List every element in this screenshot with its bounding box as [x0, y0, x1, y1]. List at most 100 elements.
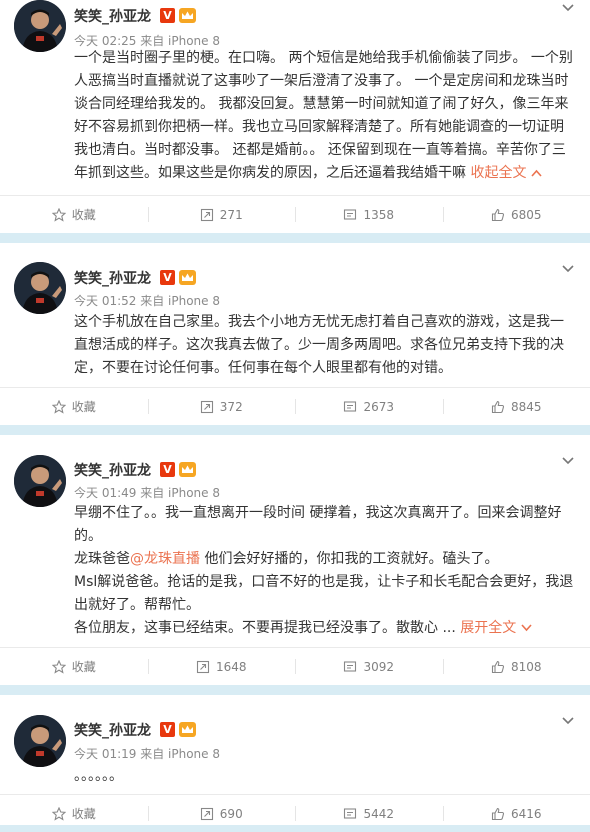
text-line: 这个手机放在自己家里。我去个小地方无忧无虑打着自己喜欢的游戏，这是我一 [74, 311, 579, 334]
text-line: 直想活成的样子。这次我真去做了。少一周多两周吧。求各位兄弟支持下我的决 [74, 334, 579, 357]
thumbs-up-icon [491, 208, 505, 222]
repost-icon [200, 807, 214, 821]
post-card: 笑笑_孙亚龙 V 今天 01:49 来自 iPhone 8 早绷不住了。。我一直… [0, 435, 590, 685]
post-card: 笑笑_孙亚龙 V 今天 01:19 来自 iPhone 8 。。。。。。 收藏 … [0, 695, 590, 825]
repost-count: 1648 [216, 660, 247, 674]
star-icon [52, 208, 66, 222]
thumbs-up-icon [491, 807, 505, 821]
post-meta: 今天 01:19 来自 iPhone 8 [74, 745, 220, 762]
like-count: 6805 [511, 208, 542, 222]
comment-count: 1358 [363, 208, 394, 222]
text-line-last: 年抓到这些。如果这些是你病发的原因，之后还逼着我结婚干嘛 收起全文 [74, 162, 579, 185]
chevron-down-icon[interactable] [562, 4, 574, 12]
text-span: 龙珠爸爸 [74, 551, 130, 567]
vip-crown-icon [179, 8, 196, 23]
text-line: 出就好了。帮帮忙。 [74, 594, 579, 617]
like-button[interactable]: 6416 [443, 795, 590, 832]
repost-icon [200, 208, 214, 222]
avatar[interactable] [14, 715, 66, 767]
text-line: 的。 [74, 525, 579, 548]
chevron-down-icon[interactable] [562, 457, 574, 465]
post-text: 这个手机放在自己家里。我去个小地方无忧无虑打着自己喜欢的游戏，这是我一 直想活成… [74, 311, 579, 380]
vip-crown-icon [179, 462, 196, 477]
comment-count: 5442 [363, 807, 394, 821]
favorite-button[interactable]: 收藏 [0, 388, 148, 425]
repost-count: 690 [220, 807, 243, 821]
comment-icon [343, 807, 357, 821]
repost-count: 271 [220, 208, 243, 222]
like-count: 8108 [511, 660, 542, 674]
star-icon [52, 807, 66, 821]
text-line: 年抓到这些。如果这些是你病发的原因，之后还逼着我结婚干嘛 [74, 165, 470, 181]
text-line: 谈合同经理给我发的。 我都没回复。慧慧第一时间就知道了闹了好久，像三年来 [74, 93, 579, 116]
post-card: 笑笑_孙亚龙 V 今天 02:25 来自 iPhone 8 一个是当时圈子里的梗… [0, 0, 590, 233]
star-icon [52, 660, 66, 674]
repost-button[interactable]: 690 [148, 795, 296, 832]
like-button[interactable]: 8845 [443, 388, 590, 425]
like-count: 6416 [511, 807, 542, 821]
avatar[interactable] [14, 262, 66, 314]
comment-button[interactable]: 3092 [295, 648, 443, 685]
author-name[interactable]: 笑笑_孙亚龙 [74, 268, 151, 288]
text-line: 早绷不住了。。我一直想离开一段时间 硬撑着，我这次真离开了。回来会调整好 [74, 502, 579, 525]
action-bar: 收藏 372 2673 8845 [0, 387, 590, 425]
text-line: 人恶搞当时直播就说了这事吵了一架后澄清了没事了。 一个是定房间和龙珠当时 [74, 70, 579, 93]
comment-count: 3092 [363, 660, 394, 674]
action-bar: 收藏 1648 3092 8108 [0, 647, 590, 685]
expand-text-link[interactable]: 展开全文 [460, 620, 516, 636]
favorite-label: 收藏 [72, 658, 96, 675]
text-span: 他们会好好播的，你扣我的工资就好。磕头了。 [200, 551, 498, 567]
repost-button[interactable]: 372 [148, 388, 296, 425]
verified-badge-icon: V [160, 722, 175, 737]
post-card: 笑笑_孙亚龙 V 今天 01:52 来自 iPhone 8 这个手机放在自己家里… [0, 243, 590, 425]
thumbs-up-icon [491, 660, 505, 674]
post-text: 。。。。。。 [74, 765, 579, 788]
avatar[interactable] [14, 455, 66, 507]
like-count: 8845 [511, 400, 542, 414]
thumbs-up-icon [491, 400, 505, 414]
comment-icon [343, 400, 357, 414]
vip-crown-icon [179, 270, 196, 285]
text-line: 好不容易抓到你把柄一样。我也立马回家解释清楚了。所有她能调查的一切证明 [74, 116, 579, 139]
author-name[interactable]: 笑笑_孙亚龙 [74, 720, 151, 740]
post-meta: 今天 01:49 来自 iPhone 8 [74, 484, 220, 501]
text-line: Msl解说爸爸。抢话的是我，口音不好的也是我，让卡子和长毛配合会更好，我退 [74, 571, 579, 594]
text-line: 各位朋友，这事已经结束。不要再提我已经没事了。散散心 ... [74, 620, 460, 636]
text-line: 我也清白。当时都没事。 还都是婚前。。 还保留到现在一直等着搞。辛苦你了三 [74, 139, 579, 162]
post-text: 一个是当时圈子里的梗。在口嗨。 两个短信是她给我手机偷偷装了同步。 一个别 人恶… [74, 47, 579, 185]
favorite-button[interactable]: 收藏 [0, 795, 148, 832]
star-icon [52, 400, 66, 414]
vip-crown-icon [179, 722, 196, 737]
mention-link[interactable]: @龙珠直播 [130, 551, 200, 567]
like-button[interactable]: 6805 [443, 196, 590, 233]
comment-button[interactable]: 2673 [295, 388, 443, 425]
chevron-down-icon[interactable] [521, 624, 532, 632]
repost-icon [200, 400, 214, 414]
comment-icon [343, 208, 357, 222]
like-button[interactable]: 8108 [443, 648, 590, 685]
favorite-button[interactable]: 收藏 [0, 196, 148, 233]
verified-badge-icon: V [160, 8, 175, 23]
favorite-button[interactable]: 收藏 [0, 648, 148, 685]
chevron-down-icon[interactable] [562, 265, 574, 273]
comment-button[interactable]: 1358 [295, 196, 443, 233]
weibo-feed: 笑笑_孙亚龙 V 今天 02:25 来自 iPhone 8 一个是当时圈子里的梗… [0, 0, 590, 825]
comment-icon [343, 660, 357, 674]
verified-badge-icon: V [160, 462, 175, 477]
text-line: 。。。。。。 [74, 765, 579, 788]
repost-button[interactable]: 1648 [148, 648, 296, 685]
repost-icon [196, 660, 210, 674]
action-bar: 收藏 271 1358 6805 [0, 195, 590, 233]
chevron-up-icon[interactable] [531, 169, 542, 177]
repost-count: 372 [220, 400, 243, 414]
author-name[interactable]: 笑笑_孙亚龙 [74, 6, 151, 26]
post-text: 早绷不住了。。我一直想离开一段时间 硬撑着，我这次真离开了。回来会调整好 的。 … [74, 502, 579, 640]
text-line-mention: 龙珠爸爸@龙珠直播 他们会好好播的，你扣我的工资就好。磕头了。 [74, 548, 579, 571]
text-line: 定，不要在讨论任何事。任何事在每个人眼里都有他的对错。 [74, 357, 579, 380]
author-name[interactable]: 笑笑_孙亚龙 [74, 460, 151, 480]
comment-button[interactable]: 5442 [295, 795, 443, 832]
avatar[interactable] [14, 0, 66, 52]
collapse-text-link[interactable]: 收起全文 [470, 165, 526, 181]
repost-button[interactable]: 271 [148, 196, 296, 233]
chevron-down-icon[interactable] [562, 717, 574, 725]
